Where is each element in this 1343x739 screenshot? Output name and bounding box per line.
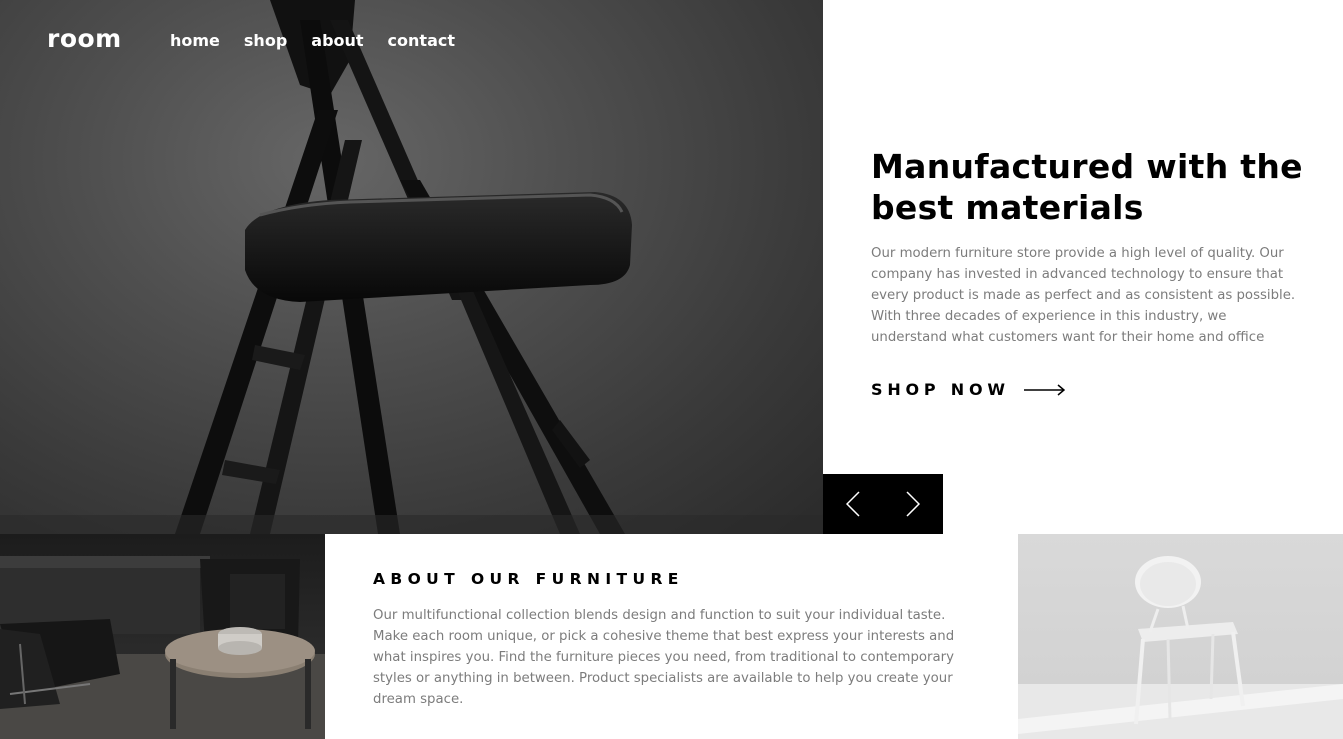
living-room-illustration bbox=[0, 556, 325, 739]
chevron-left-icon bbox=[846, 491, 860, 517]
shop-now-button[interactable]: SHOP NOW bbox=[871, 380, 1065, 399]
shop-now-label: SHOP NOW bbox=[871, 380, 1010, 399]
slider-next-button[interactable] bbox=[883, 474, 943, 534]
arrow-right-icon bbox=[1023, 383, 1065, 396]
about-text-block: ABOUT OUR FURNITURE Our multifunctional … bbox=[373, 570, 973, 710]
white-chair-illustration bbox=[1018, 556, 1343, 739]
folding-chair-illustration bbox=[0, 0, 823, 534]
nav-shop-link[interactable]: shop bbox=[244, 31, 287, 50]
hero-image bbox=[0, 0, 823, 534]
slider-controls bbox=[823, 474, 943, 534]
nav-contact-link[interactable]: contact bbox=[388, 31, 455, 50]
chevron-right-icon bbox=[906, 491, 920, 517]
slider-prev-button[interactable] bbox=[823, 474, 883, 534]
about-image-light bbox=[1018, 534, 1343, 739]
hero-description: Our modern furniture store provide a hig… bbox=[871, 246, 1296, 345]
main-nav: home shop about contact bbox=[170, 31, 479, 50]
logo[interactable]: room bbox=[47, 24, 122, 53]
about-image-dark bbox=[0, 534, 325, 739]
about-description: Our multifunctional collection blends de… bbox=[373, 608, 955, 707]
hero-text-block: Manufactured with the best materials Our… bbox=[871, 146, 1311, 348]
about-title: ABOUT OUR FURNITURE bbox=[373, 570, 684, 588]
nav-home-link[interactable]: home bbox=[170, 31, 220, 50]
nav-about-link[interactable]: about bbox=[311, 31, 363, 50]
hero-title: Manufactured with the best materials bbox=[871, 147, 1303, 227]
